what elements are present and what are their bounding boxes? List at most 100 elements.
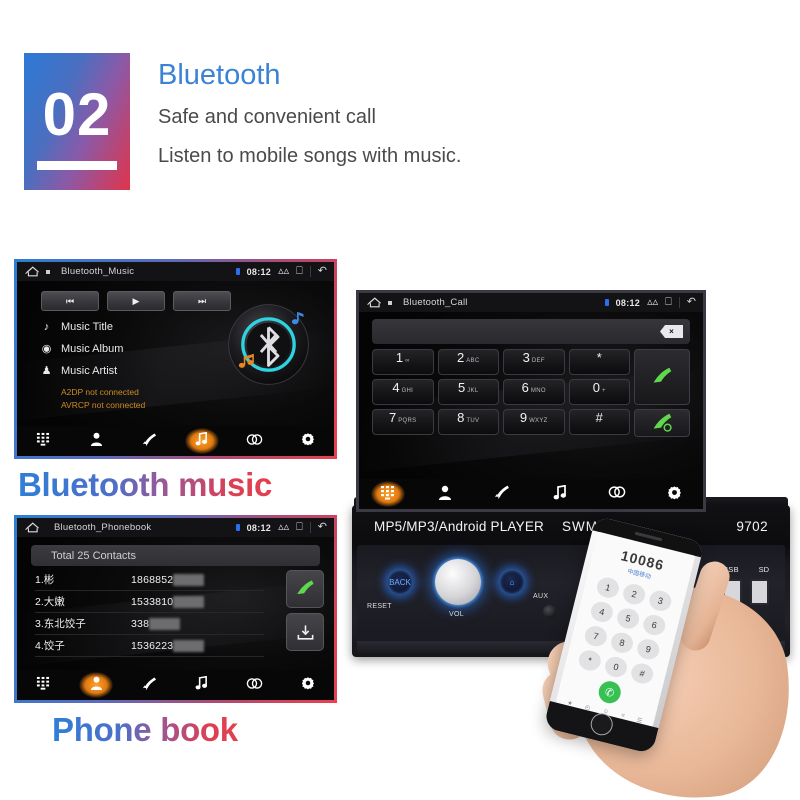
phone-key-6[interactable]: 6 <box>641 612 668 638</box>
home-icon[interactable] <box>366 296 385 309</box>
nav-music[interactable] <box>175 426 228 456</box>
dial-key-3[interactable]: 3 DEF <box>503 349 565 375</box>
chevron-up-icon[interactable]: ▵▵ <box>278 522 289 533</box>
call-screen-bezel: Bluetooth_Call 08:12 ▵▵ ⎕ ↶ × 1∞ 2ABC <box>356 290 706 512</box>
home-icon[interactable] <box>24 265 43 278</box>
contact-number: 1533810████ <box>131 595 204 608</box>
recents-icon[interactable]: ⎕ <box>296 522 303 533</box>
dial-key-star[interactable]: * <box>568 349 630 375</box>
back-arrow-icon[interactable]: ↶ <box>318 522 327 533</box>
nav-call[interactable] <box>123 670 176 700</box>
contact-name: 1.彬 <box>35 574 55 586</box>
download-contacts-button[interactable] <box>286 613 324 651</box>
call-button[interactable] <box>634 349 690 405</box>
phone-key-7[interactable]: 7 <box>582 623 609 649</box>
dialpad-icon <box>36 676 50 694</box>
dial-key-8[interactable]: 8 TUV <box>437 409 499 435</box>
status-dot-icon <box>46 269 50 274</box>
statusbar-divider <box>309 266 311 277</box>
key-letters: JKL <box>467 388 479 394</box>
dial-key-4[interactable]: 4 GHI <box>372 379 434 405</box>
nav-dialpad[interactable] <box>17 670 70 700</box>
nav-contacts[interactable] <box>70 670 123 700</box>
nav-music[interactable] <box>531 479 588 509</box>
phone-key-9[interactable]: 9 <box>635 636 662 662</box>
dial-key-9[interactable]: 9 WXYZ <box>503 409 565 435</box>
nav-contacts[interactable] <box>70 426 123 456</box>
table-row[interactable]: 4.饺子 1536223████ <box>35 635 264 657</box>
key-digit: 7 <box>389 410 397 425</box>
nav-music[interactable] <box>175 670 228 700</box>
key-letters: ABC <box>466 358 480 364</box>
music-screen-bezel: Bluetooth_Music 08:12 ▵▵ ⎕ ↶ ⏮ ▶ ⏭ ♪ Mus… <box>14 259 337 459</box>
back-arrow-icon[interactable]: ↶ <box>687 297 696 308</box>
dial-key-1[interactable]: 1 ∞ <box>372 349 434 375</box>
track-title: Music Title <box>61 321 113 333</box>
nav-link[interactable] <box>228 426 281 456</box>
link-icon <box>608 486 626 502</box>
phone-key-0[interactable]: 0 <box>602 654 630 680</box>
phone-key-3[interactable]: 3 <box>647 588 674 614</box>
contacts-total-bar: Total 25 Contacts <box>31 545 320 566</box>
phone-handset-icon <box>653 367 672 383</box>
masked-digits: ████ <box>173 573 204 586</box>
recents-icon[interactable]: ⎕ <box>665 297 672 308</box>
chevron-up-icon[interactable]: ▵▵ <box>278 266 289 277</box>
nav-settings[interactable] <box>646 479 703 509</box>
nav-settings[interactable] <box>281 426 334 456</box>
dial-key-0[interactable]: 0 + <box>568 379 630 405</box>
phone-key-8[interactable]: 8 <box>608 630 636 656</box>
dial-key-7[interactable]: 7 PQRS <box>372 409 434 435</box>
nav-call[interactable] <box>123 426 176 456</box>
phone-number-input[interactable]: × <box>372 319 690 344</box>
dial-key-5[interactable]: 5 JKL <box>437 379 499 405</box>
track-artist: Music Artist <box>61 364 118 377</box>
nav-settings[interactable] <box>281 670 334 700</box>
redial-button[interactable] <box>634 409 690 437</box>
call-icon <box>142 676 157 695</box>
status-dot-icon <box>388 300 392 305</box>
backspace-icon[interactable]: × <box>660 325 683 338</box>
dial-key-6[interactable]: 6 MNO <box>503 379 565 405</box>
phone-key-5[interactable]: 5 <box>615 606 642 631</box>
phonebook-clock: 08:12 <box>246 522 272 533</box>
nav-call[interactable] <box>474 479 531 509</box>
phone-key-2[interactable]: 2 <box>621 581 648 607</box>
phone-key-star[interactable]: * <box>576 648 603 673</box>
masked-digits: ████ <box>173 639 204 652</box>
nav-dialpad[interactable] <box>17 426 70 456</box>
nav-link[interactable] <box>588 479 645 509</box>
track-album: Music Album <box>61 342 124 355</box>
dial-key-2[interactable]: 2 ABC <box>437 349 499 375</box>
chevron-up-icon[interactable]: ▵▵ <box>647 297 658 308</box>
dial-contact-button[interactable] <box>286 570 324 608</box>
dialpad: 1 ∞ 2 ABC 3 DEF * 4 GHI 5 JKL 6 MNO 0 + 7 PQRS 8… <box>372 349 690 437</box>
nav-contacts[interactable] <box>416 479 473 509</box>
key-digit: * <box>596 350 602 365</box>
home-icon[interactable] <box>24 521 43 534</box>
artist-icon: ♟ <box>41 365 52 377</box>
key-digit: 8 <box>457 410 465 425</box>
nav-dialpad[interactable] <box>359 479 416 509</box>
back-knob[interactable]: BACK <box>387 569 413 595</box>
recents-icon[interactable]: ⎕ <box>296 266 303 277</box>
back-arrow-icon[interactable]: ↶ <box>318 266 327 277</box>
page-root: 02 Bluetooth Safe and convenient call Li… <box>0 0 800 800</box>
music-navbar <box>17 426 334 456</box>
dial-key-hash[interactable]: # <box>568 409 630 435</box>
phone-call-button[interactable]: ✆ <box>596 678 624 706</box>
vol-label: VOL <box>449 611 464 618</box>
phone-key-4[interactable]: 4 <box>588 599 616 625</box>
nav-link[interactable] <box>228 670 281 700</box>
phone-key-hash[interactable]: # <box>629 661 656 686</box>
table-row[interactable]: 3.东北饺子 338████ <box>35 613 264 635</box>
previous-track-button[interactable]: ⏮ <box>41 291 99 311</box>
table-row[interactable]: 2.大嫩 1533810████ <box>35 591 264 613</box>
phone-key-1[interactable]: 1 <box>594 575 622 601</box>
volume-knob[interactable] <box>435 559 481 605</box>
home-knob[interactable]: ⌂ <box>499 569 525 595</box>
table-row[interactable]: 1.彬 1868852████ <box>35 569 264 591</box>
play-button[interactable]: ▶ <box>107 291 165 311</box>
header-line-1: Safe and convenient call <box>158 106 376 129</box>
gear-icon <box>301 676 315 694</box>
